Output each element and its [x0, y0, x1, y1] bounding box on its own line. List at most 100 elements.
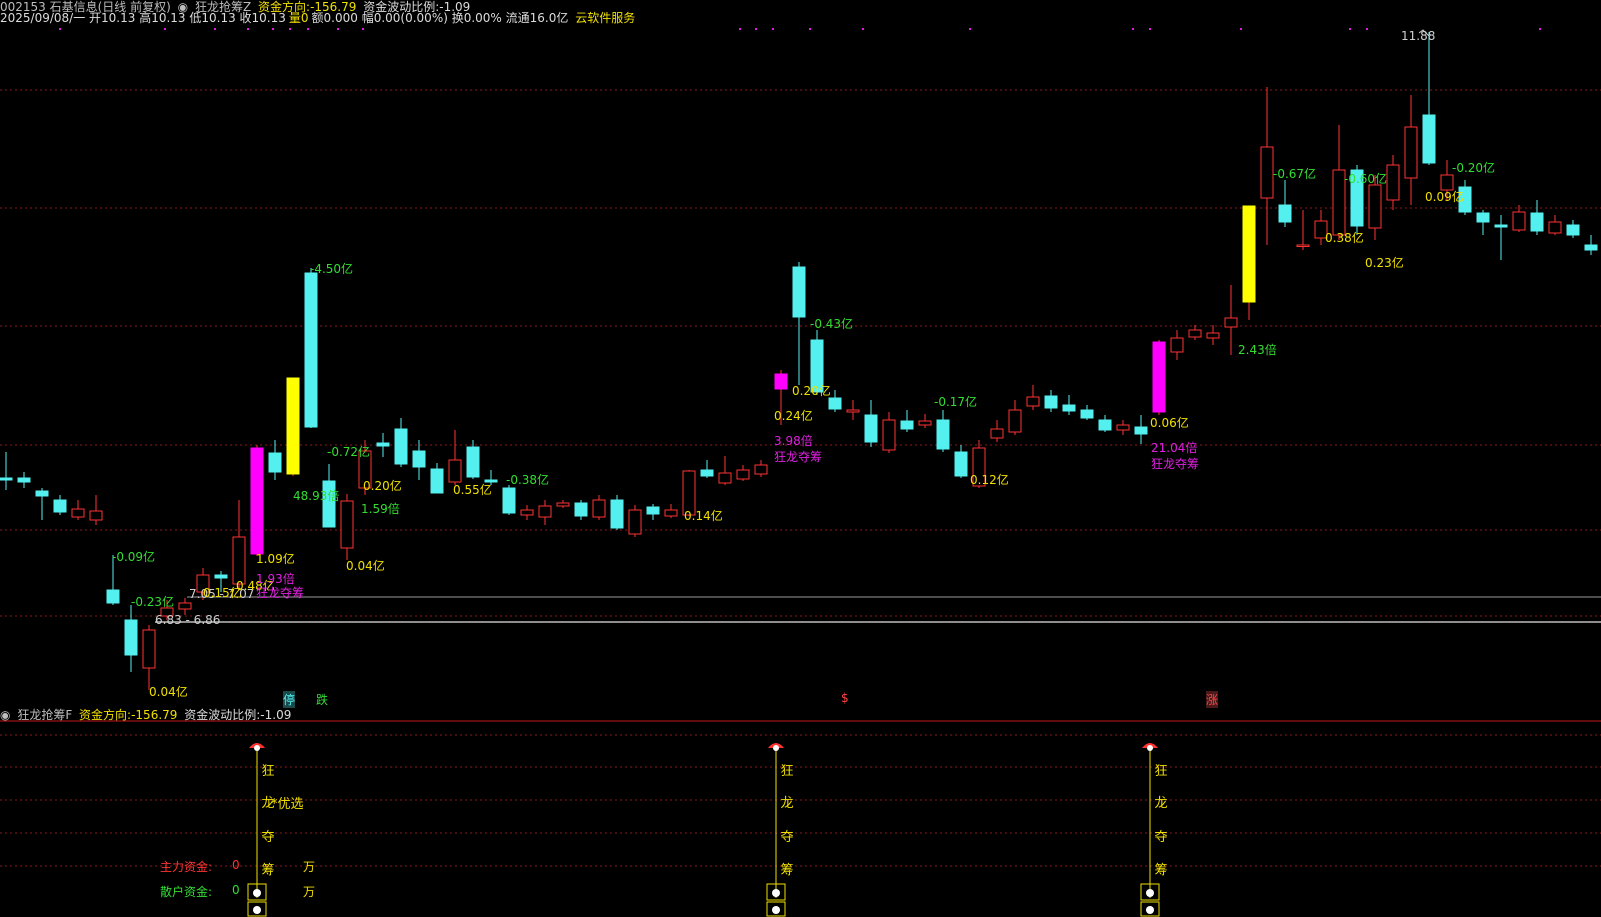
- range-label-2: 6.83 - 6.86: [155, 613, 221, 627]
- main-fund-label: 主力资金:: [160, 860, 213, 874]
- quote-ohlc: 2025/09/08/一 开10.13 高10.13 低10.13 收10.13: [0, 11, 286, 25]
- candle-body: [214, 574, 228, 579]
- candle-body: [1152, 341, 1166, 413]
- candle-body: [106, 589, 120, 604]
- quote-line: 2025/09/08/一 开10.13 高10.13 低10.13 收10.13…: [0, 11, 638, 25]
- candle-body: [1368, 184, 1382, 229]
- signal-dot: [272, 28, 274, 30]
- candle-body: [466, 446, 480, 478]
- candle-body: [35, 490, 49, 497]
- candle-body: [1296, 244, 1310, 247]
- candle-body: [340, 500, 354, 549]
- candle-body: [1098, 419, 1112, 431]
- signal-dot: [969, 28, 971, 30]
- candle-annotation: 21.04倍: [1151, 441, 1198, 455]
- candle-body: [864, 414, 878, 443]
- candle-body: [754, 464, 768, 475]
- candle-body: [0, 477, 13, 481]
- candle-body: [1530, 212, 1544, 232]
- candle-annotation: -0.67亿: [1273, 167, 1317, 181]
- candle-annotation: 3.98倍: [774, 434, 813, 448]
- candle-body: [1494, 224, 1508, 228]
- candle-annotation: -0.09亿: [112, 550, 156, 564]
- marker-fall: 跌: [316, 693, 329, 707]
- candle-body: [646, 506, 660, 515]
- signal-dot: [1539, 28, 1541, 30]
- candle-annotation: -0.23亿: [131, 595, 175, 609]
- candle-annotation: 0.20亿: [363, 479, 402, 493]
- high-price-label: 11.88: [1401, 29, 1436, 43]
- signal-dot: [59, 28, 61, 30]
- money-bag-icon: [253, 906, 261, 914]
- candle-annotation: 0.14亿: [684, 509, 723, 523]
- candle-annotation: -0.17亿: [934, 395, 978, 409]
- candle-body: [1206, 332, 1220, 339]
- signal-char: 夺: [261, 830, 275, 845]
- candle-body: [954, 451, 968, 477]
- brand-label: 云软件服务: [575, 11, 636, 25]
- lower-dropdown-icon[interactable]: ◉: [0, 708, 10, 722]
- candle-body: [538, 505, 552, 518]
- lower-fund-direction-label: 资金方向:: [79, 708, 132, 722]
- candle-body: [700, 469, 714, 477]
- candle-body: [574, 502, 588, 517]
- retail-fund-label: 散户资金:: [160, 885, 213, 899]
- candle-annotation: 0.38亿: [1325, 231, 1364, 245]
- marker-dollar: $: [841, 691, 849, 705]
- candle-body: [1260, 146, 1274, 199]
- candle-body: [448, 459, 462, 483]
- candle-body: [828, 397, 842, 410]
- candle-body: [1188, 329, 1202, 338]
- lower-indicator-name: 狂龙抢筹F: [17, 708, 73, 722]
- candle-body: [1278, 204, 1292, 223]
- candle-body: [1008, 409, 1022, 433]
- signal-char: 龙: [1154, 796, 1168, 811]
- signal-dot: [809, 28, 811, 30]
- candle-body: [664, 509, 678, 517]
- candle-annotation: 0.24亿: [774, 409, 813, 423]
- signal-dot: [739, 28, 741, 30]
- candle-body: [918, 420, 932, 426]
- signal-char: 筹: [1154, 863, 1168, 878]
- signal-dot: [362, 28, 364, 30]
- candle-body: [1134, 426, 1148, 435]
- candle-body: [376, 442, 390, 447]
- signal-dot: [164, 28, 166, 30]
- candle-annotation: -0.72亿: [327, 445, 371, 459]
- signal-dot: [1366, 28, 1368, 30]
- candle-body: [628, 509, 642, 535]
- candle-body: [502, 487, 516, 514]
- lower-fund-direction-value: -156.79: [131, 708, 178, 722]
- retail-fund-value: 0: [232, 883, 240, 897]
- candle-annotation: 0.09亿: [1425, 190, 1464, 204]
- candle-body: [1566, 224, 1580, 236]
- main-fund-unit: 万: [303, 860, 316, 874]
- candle-body: [1512, 211, 1526, 231]
- signal-extra-label: *优选: [271, 797, 304, 812]
- candle-body: [178, 602, 192, 610]
- candle-body: [936, 419, 950, 450]
- signal-char: 筹: [261, 863, 275, 878]
- candle-body: [1080, 409, 1094, 419]
- candle-annotation: 0.06亿: [1150, 416, 1189, 430]
- candle-body: [1116, 424, 1130, 431]
- money-bag-icon: [253, 889, 261, 897]
- candle-annotation: 0.55亿: [453, 483, 492, 497]
- signal-char: 龙: [780, 796, 794, 811]
- retail-fund-unit: 万: [303, 885, 316, 899]
- signal-flag-dot: [254, 745, 260, 751]
- candle-body: [1584, 244, 1598, 251]
- candle-body: [1548, 221, 1562, 234]
- signal-char: 狂: [1154, 764, 1168, 779]
- candle-annotation: -4.50亿: [310, 262, 354, 276]
- candle-body: [736, 469, 750, 480]
- candle-body: [592, 499, 606, 518]
- candle-body: [71, 508, 85, 518]
- candle-body: [1386, 164, 1400, 201]
- candle-annotation: 狂龙夺筹: [256, 586, 305, 600]
- candle-body: [900, 420, 914, 430]
- candle-body: [250, 447, 264, 555]
- candle-body: [1026, 396, 1040, 407]
- candle-body: [304, 272, 318, 428]
- candle-body: [142, 629, 156, 669]
